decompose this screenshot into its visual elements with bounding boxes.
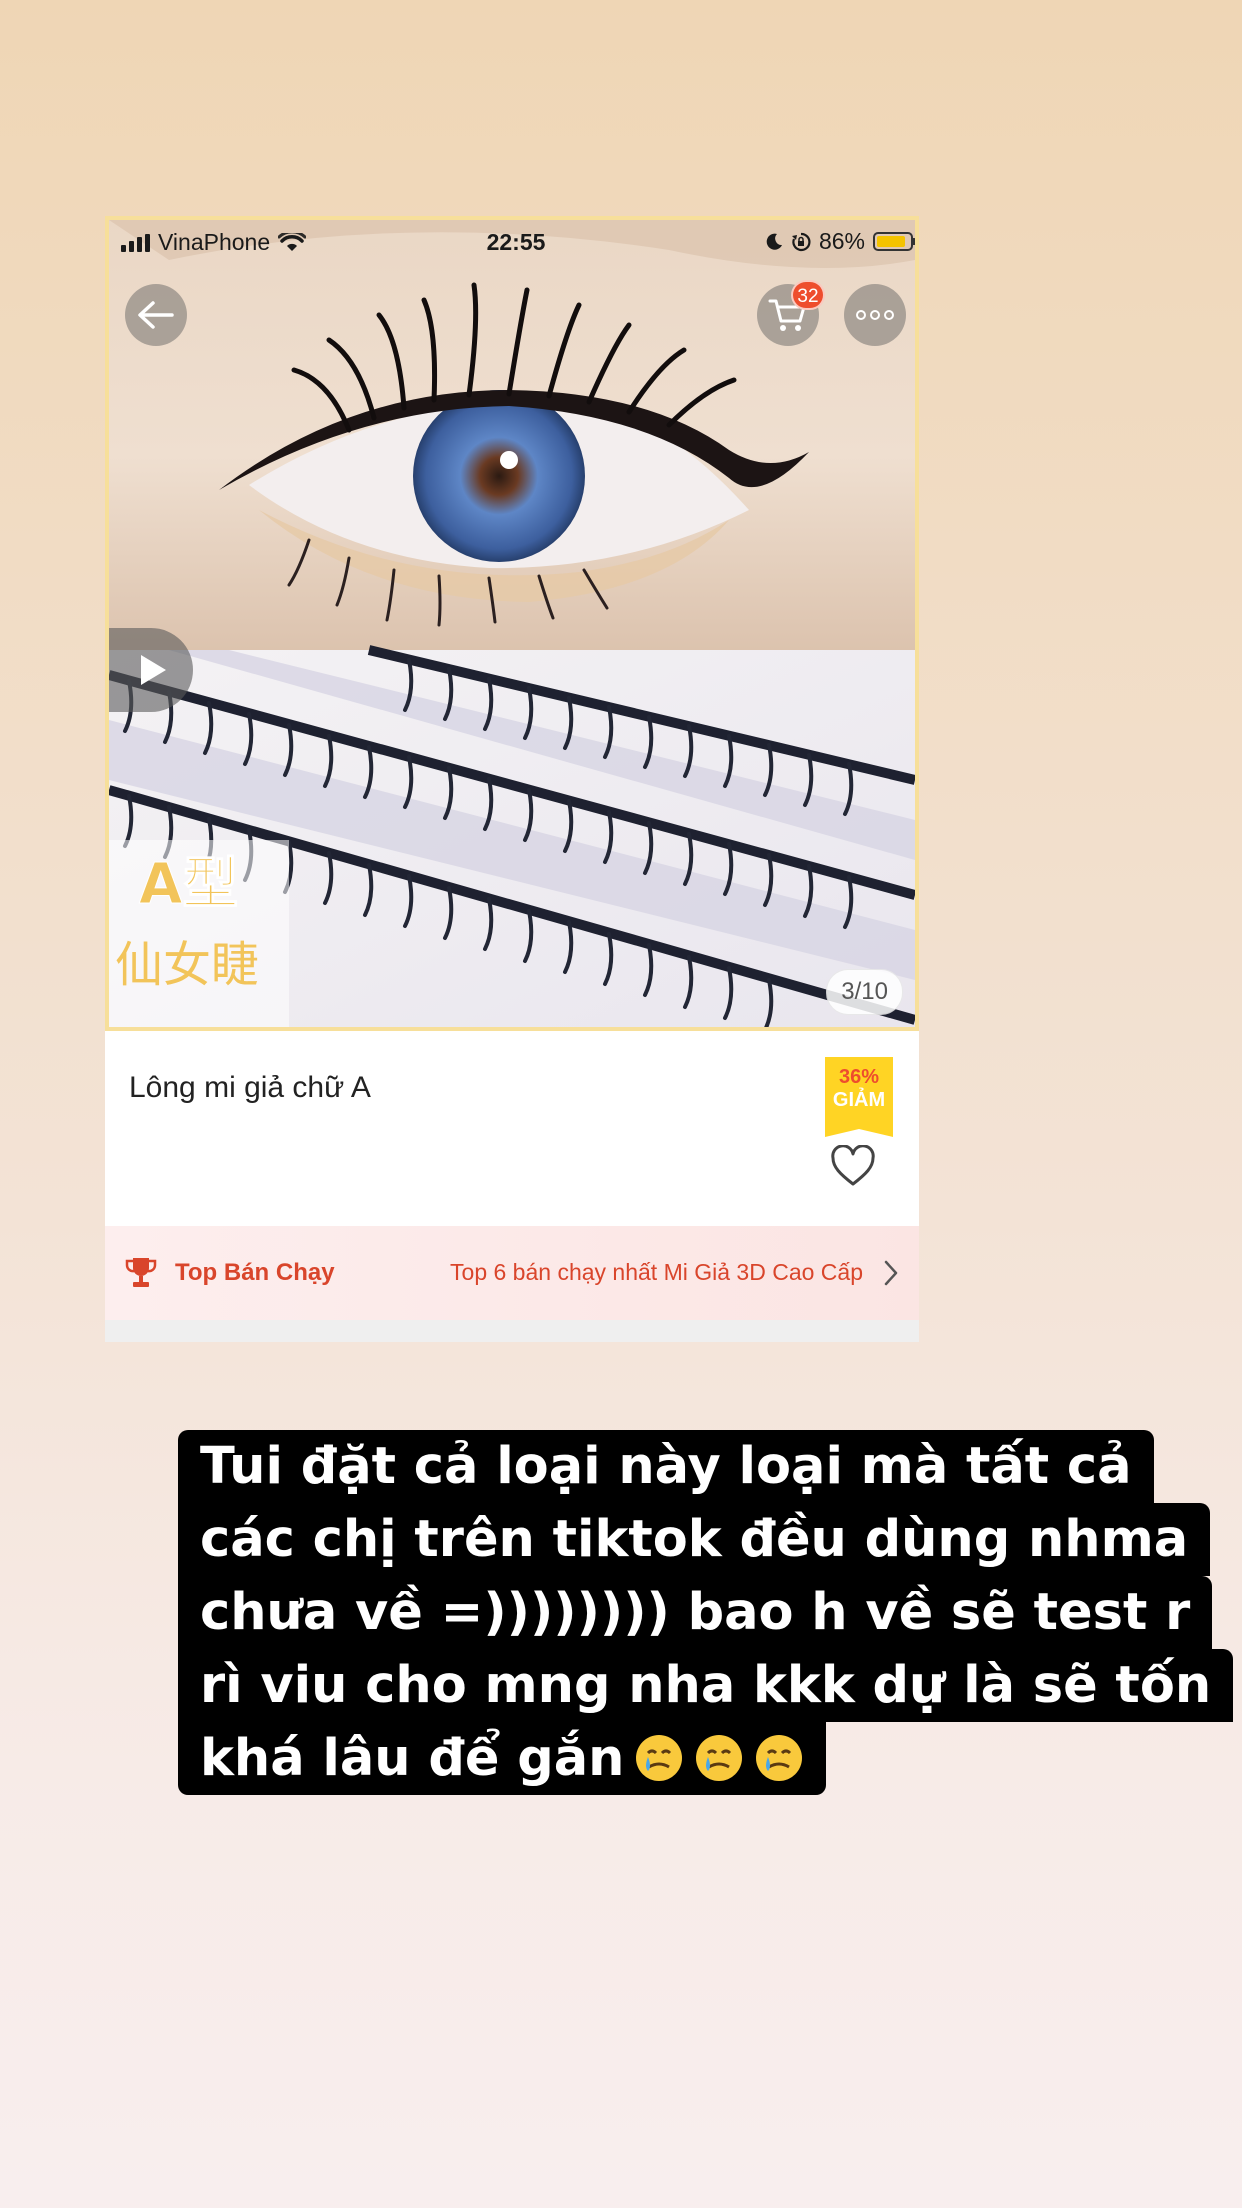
arrow-left-icon: [138, 301, 174, 329]
battery-percent: 86%: [818, 228, 865, 254]
product-title: Lông mi giả chữ A: [129, 1071, 371, 1104]
product-info: Lông mi giả chữ A 36% GIẢM: [105, 1031, 919, 1226]
play-icon: [141, 655, 166, 685]
cart-button[interactable]: 32: [757, 280, 825, 346]
battery-icon: [873, 232, 915, 251]
heart-icon[interactable]: [830, 1145, 876, 1187]
ellipsis-icon: [856, 310, 894, 320]
caption-line-4: rì viu cho mng nha kkk dự là sẽ tốn: [178, 1649, 1234, 1722]
battery-fill: [877, 236, 905, 247]
cart-count-badge: 32: [791, 280, 825, 310]
product-screenshot: A型 仙女睫 VinaPhone 22:55 86% 32 3/10 Lông …: [105, 216, 919, 1342]
discount-percent: 36%: [838, 1066, 880, 1088]
top-seller-label: Top Bán Chạy: [175, 1259, 335, 1286]
chevron-right-icon: [884, 1260, 898, 1286]
top-seller-description: Top 6 bán chạy nhất Mi Giả 3D Cao Cấp: [450, 1259, 863, 1285]
more-options-button[interactable]: [844, 284, 906, 346]
caption-line-1: Tui đặt cả loại này loại mà tất cả: [178, 1430, 1154, 1503]
caption-line-5-text: khá lâu để gắn: [200, 1729, 625, 1788]
section-divider: [105, 1320, 919, 1342]
crying-smile-icon: [756, 1735, 803, 1781]
orientation-lock-icon: [791, 232, 811, 251]
discount-badge: 36% GIẢM: [825, 1057, 893, 1137]
product-image-gallery[interactable]: A型 仙女睫 VinaPhone 22:55 86% 32 3/10: [105, 216, 919, 1031]
story-caption: Tui đặt cả loại này loại mà tất cả các c…: [178, 1430, 1234, 1795]
image-pager: 3/10: [826, 969, 903, 1015]
watermark-line-1: A型: [139, 852, 238, 917]
watermark-line-2: 仙女睫: [115, 937, 259, 993]
trophy-icon: [125, 1258, 157, 1287]
play-video-button[interactable]: [109, 628, 193, 712]
back-button[interactable]: [125, 284, 187, 346]
caption-line-2: các chị trên tiktok đều dùng nhma: [178, 1503, 1211, 1576]
crying-smile-icon: [696, 1735, 743, 1781]
caption-line-5: khá lâu để gắn: [178, 1722, 827, 1795]
top-seller-row[interactable]: Top Bán Chạy Top 6 bán chạy nhất Mi Giả …: [105, 1226, 919, 1320]
status-bar: VinaPhone 22:55 86%: [109, 220, 915, 262]
caption-line-3: chưa về =)))))))) bao h về sẽ test r: [178, 1576, 1213, 1649]
crying-smile-icon: [636, 1735, 683, 1781]
moon-icon: [766, 233, 782, 250]
discount-label: GIẢM: [832, 1089, 886, 1111]
